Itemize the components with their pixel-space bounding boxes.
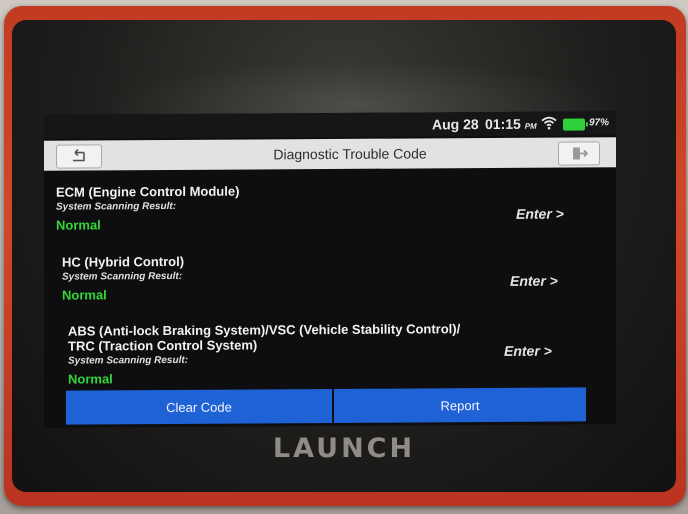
page-title: Diagnostic Trouble Code — [273, 145, 427, 163]
exit-icon — [573, 147, 589, 160]
exit-button[interactable] — [558, 141, 600, 166]
scan-result-label: System Scanning Result: — [56, 200, 177, 213]
status-date: Aug 28 — [432, 116, 479, 133]
enter-button-abs[interactable]: Enter > — [504, 343, 552, 359]
system-row-ecm[interactable]: ECM (Engine Control Module) System Scann… — [56, 181, 596, 233]
status-time-value: 01:15 — [485, 115, 521, 133]
system-list: ECM (Engine Control Module) System Scann… — [44, 167, 616, 388]
clear-code-button[interactable]: Clear Code — [66, 388, 332, 425]
title-bar: Diagnostic Trouble Code — [44, 137, 616, 171]
scan-result-value: Normal — [68, 371, 113, 387]
device-screen: Aug 28 01:15 PM 97% Diagnostic Trouble C… — [44, 111, 616, 428]
battery-percent: 97% — [589, 117, 610, 129]
battery-icon — [563, 118, 585, 131]
status-time-suffix: PM — [524, 121, 537, 131]
report-button[interactable]: Report — [334, 387, 586, 423]
system-name: HC (Hybrid Control) — [62, 253, 185, 270]
status-bar: Aug 28 01:15 PM 97% — [44, 111, 616, 139]
scan-result-value: Normal — [56, 217, 101, 233]
brand-logo: LAUNCH — [272, 433, 416, 464]
wifi-icon — [541, 116, 557, 130]
system-name: ECM (Engine Control Module) — [56, 183, 240, 200]
enter-button-ecm[interactable]: Enter > — [516, 206, 564, 222]
status-time: 01:15 PM — [485, 116, 537, 132]
enter-button-hc[interactable]: Enter > — [510, 273, 558, 289]
footer-bar: Clear Code Report — [66, 387, 586, 425]
